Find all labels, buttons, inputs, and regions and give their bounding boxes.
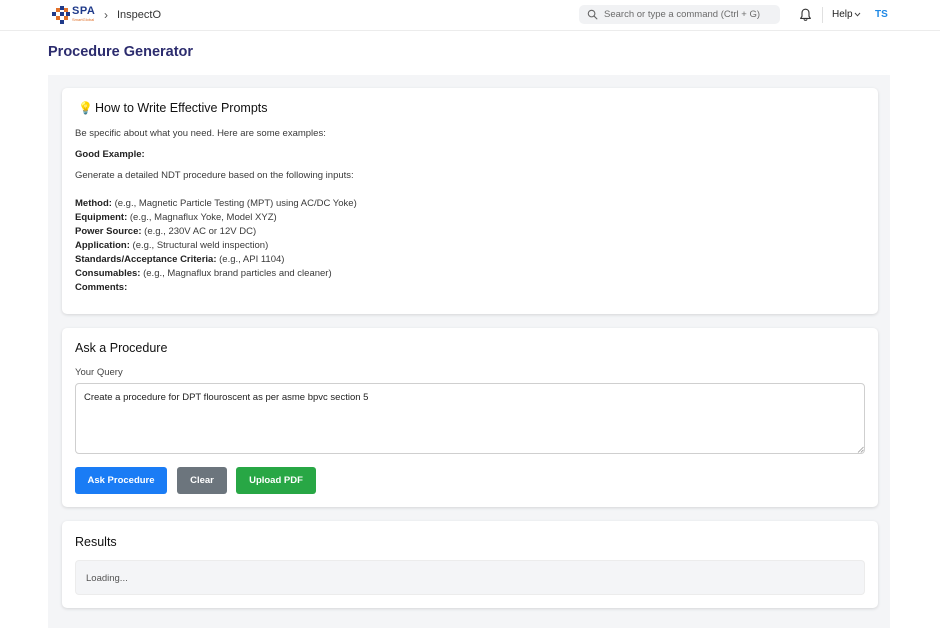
- query-label: Your Query: [75, 367, 123, 378]
- lightbulb-icon: 💡: [78, 101, 93, 115]
- query-title: Ask a Procedure: [75, 341, 168, 355]
- logo-grid-icon: [52, 6, 70, 24]
- top-navbar: SPA SmartGlobal › InspectO Search or typ…: [0, 0, 940, 31]
- results-output: Loading...: [75, 560, 865, 595]
- command-search[interactable]: Search or type a command (Ctrl + G): [579, 5, 780, 24]
- breadcrumb-separator: ›: [104, 8, 108, 22]
- results-title: Results: [75, 535, 117, 549]
- app-logo[interactable]: SPA SmartGlobal: [52, 5, 96, 25]
- tips-lead-text: Generate a detailed NDT procedure based …: [75, 170, 354, 181]
- query-card: Ask a Procedure Your Query Create a proc…: [62, 328, 878, 507]
- clear-button[interactable]: Clear: [177, 467, 227, 494]
- query-input[interactable]: Create a procedure for DPT flouroscent a…: [75, 383, 865, 454]
- logo-text: SPA: [72, 5, 96, 17]
- results-card: Results Loading...: [62, 521, 878, 608]
- ask-procedure-button[interactable]: Ask Procedure: [75, 467, 167, 494]
- chevron-down-icon[interactable]: [854, 12, 861, 17]
- tip-field-consumables: Consumables: (e.g., Magnaflux brand part…: [75, 268, 332, 279]
- resize-handle-icon[interactable]: [857, 446, 864, 453]
- tip-field-method: Method: (e.g., Magnetic Particle Testing…: [75, 198, 357, 209]
- tip-field-equipment: Equipment: (e.g., Magnaflux Yoke, Model …: [75, 212, 277, 223]
- page-title: Procedure Generator: [48, 44, 194, 60]
- search-icon: [587, 9, 598, 20]
- search-placeholder[interactable]: Search or type a command (Ctrl + G): [604, 9, 760, 20]
- upload-pdf-button[interactable]: Upload PDF: [236, 467, 316, 494]
- tip-field-standards: Standards/Acceptance Criteria: (e.g., AP…: [75, 254, 285, 265]
- tips-title: How to Write Effective Prompts: [95, 101, 268, 115]
- tip-field-power-source: Power Source: (e.g., 230V AC or 12V DC): [75, 226, 257, 237]
- tips-card: 💡 How to Write Effective Prompts Be spec…: [62, 88, 878, 314]
- help-menu-button[interactable]: Help: [832, 9, 853, 21]
- good-example-label: Good Example:: [75, 149, 145, 160]
- tips-intro: Be specific about what you need. Here ar…: [75, 128, 326, 139]
- tip-field-application: Application: (e.g., Structural weld insp…: [75, 240, 269, 251]
- results-status: Loading...: [86, 573, 128, 584]
- user-avatar[interactable]: TS: [875, 9, 888, 21]
- breadcrumb-item-inspecto[interactable]: InspectO: [117, 9, 161, 22]
- header-divider: [822, 7, 823, 23]
- tip-field-comments: Comments:: [75, 282, 128, 293]
- logo-subtext: SmartGlobal: [72, 17, 95, 22]
- bell-icon[interactable]: [799, 8, 812, 22]
